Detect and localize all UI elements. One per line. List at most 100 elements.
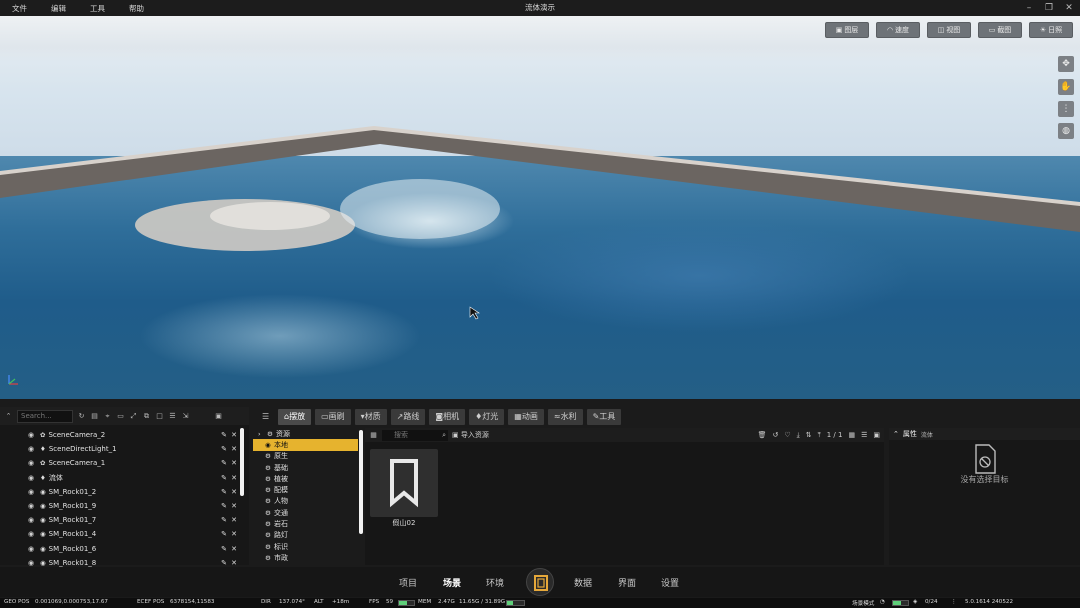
outliner-scrollbar[interactable] — [240, 428, 244, 496]
3d-viewport[interactable]: ▣ 图层 ◠ 速度 ◫ 视图 ▭ 截图 ☀ 日照 ✥ ✋ ⋮ ◍ — [0, 16, 1080, 399]
sort-icon[interactable]: ⇅ — [806, 431, 812, 439]
pencil-icon[interactable]: ✎ — [221, 559, 227, 567]
hand-icon[interactable]: ✋ — [1058, 79, 1074, 95]
filter-icon[interactable]: ▤ — [90, 412, 99, 421]
tree-scrollbar[interactable] — [359, 430, 363, 534]
close-icon[interactable]: ✕ — [231, 502, 237, 510]
tab-animation[interactable]: ▦动画 — [508, 409, 544, 425]
restore-icon[interactable]: ❐ — [1044, 3, 1054, 13]
eye-icon[interactable]: ◉ — [28, 530, 34, 538]
collapse-icon[interactable]: ⌃ — [893, 430, 899, 438]
tab-brush[interactable]: ▭画刷 — [315, 409, 351, 425]
pencil-icon[interactable]: ✎ — [221, 530, 227, 538]
tree-root[interactable]: › ⚙ 资源 — [253, 428, 358, 439]
tree-item[interactable]: ⚙ 路灯 — [253, 530, 358, 541]
more-icon[interactable]: ⋮ — [1058, 101, 1074, 117]
eye-icon[interactable]: ◉ — [28, 459, 34, 467]
select-icon[interactable]: □ — [155, 412, 164, 421]
tree-item[interactable]: ◉ 本地 — [253, 439, 358, 451]
tree-item[interactable]: ⚙ 植被 — [253, 473, 358, 484]
outliner-row[interactable]: ◉ ◉ SM_Rock01_2 ✎ ✕ — [0, 485, 249, 499]
app-logo-button[interactable] — [526, 568, 554, 596]
minimize-icon[interactable]: – — [1024, 3, 1034, 13]
eye-icon[interactable]: ◉ — [28, 559, 34, 567]
close-icon[interactable]: ✕ — [231, 459, 237, 467]
expand-icon[interactable]: ⤢ — [129, 412, 138, 421]
heart-icon[interactable]: ♡ — [784, 431, 790, 439]
import-assets-button[interactable]: ▣ 导入资源 — [452, 430, 489, 440]
tab-hydraulic[interactable]: ≈水利 — [547, 409, 583, 425]
outliner-row[interactable]: ◉ ✿ SceneCamera_1 ✎ ✕ — [0, 456, 249, 470]
pencil-icon[interactable]: ✎ — [221, 502, 227, 510]
eye-icon[interactable]: ◉ — [28, 516, 34, 524]
asset-search-input[interactable]: 搜索 ⌕ — [382, 429, 448, 441]
pencil-icon[interactable]: ✎ — [221, 431, 227, 439]
close-icon[interactable]: ✕ — [231, 474, 237, 482]
close-icon[interactable]: ✕ — [231, 431, 237, 439]
menu-edit[interactable]: 编辑 — [39, 3, 78, 14]
menu-file[interactable]: 文件 — [0, 3, 39, 14]
download-icon[interactable]: ⤓ — [797, 431, 800, 440]
tree-item[interactable]: ⚙ 交通 — [253, 507, 358, 518]
pencil-icon[interactable]: ✎ — [221, 459, 227, 467]
pencil-icon[interactable]: ✎ — [221, 445, 227, 453]
layers-button[interactable]: ▣ 图层 — [825, 22, 869, 38]
menu-tools[interactable]: 工具 — [78, 3, 117, 14]
outliner-row[interactable]: ◉ ♦ 流体 ✎ ✕ — [0, 471, 249, 485]
tab-place[interactable]: ⌂摆放 — [278, 409, 312, 425]
outliner-search-input[interactable]: Search... — [17, 409, 73, 423]
folder-icon[interactable]: ▭ — [116, 412, 125, 421]
outliner-row[interactable]: ◉ ◉ SM_Rock01_6 ✎ ✕ — [0, 542, 249, 556]
menu-help[interactable]: 帮助 — [117, 3, 156, 14]
eye-icon[interactable]: ◉ — [28, 502, 34, 510]
tree-item[interactable]: ⚙ 配模 — [253, 484, 358, 495]
grid-small-icon[interactable]: ▦ — [369, 431, 378, 440]
speed-button[interactable]: ◠ 速度 — [876, 22, 920, 38]
eye-icon[interactable]: ◉ — [28, 545, 34, 553]
nav-project[interactable]: 项目 — [399, 576, 417, 589]
close-icon[interactable]: ✕ — [231, 545, 237, 553]
tree-item[interactable]: ⚙ 岩石 — [253, 518, 358, 529]
pencil-icon[interactable]: ✎ — [221, 474, 227, 482]
sunlight-button[interactable]: ☀ 日照 — [1029, 22, 1073, 38]
screenshot-button[interactable]: ▭ 截图 — [978, 22, 1022, 38]
nav-scene[interactable]: 场景 — [443, 576, 461, 589]
nav-settings[interactable]: 设置 — [661, 576, 679, 589]
tab-light[interactable]: ♦灯光 — [469, 409, 505, 425]
eye-icon[interactable]: ◉ — [28, 474, 34, 482]
upload-icon[interactable]: ⤒ — [818, 431, 821, 440]
collapse-icon[interactable]: ⌃ — [4, 412, 13, 421]
tree-item[interactable]: ⚙ 基础 — [253, 462, 358, 473]
close-icon[interactable]: ✕ — [231, 559, 237, 567]
export-icon[interactable]: ⇲ — [181, 412, 190, 421]
tree-item[interactable]: ⚙ 人物 — [253, 496, 358, 507]
outliner-row[interactable]: ◉ ◉ SM_Rock01_4 ✎ ✕ — [0, 527, 249, 541]
pencil-icon[interactable]: ✎ — [221, 488, 227, 496]
eye-icon[interactable]: ◉ — [28, 488, 34, 496]
tree-item[interactable]: ⚙ 原生 — [253, 451, 358, 462]
view-button[interactable]: ◫ 视图 — [927, 22, 971, 38]
asset-card[interactable] — [370, 449, 438, 517]
nav-interface[interactable]: 界面 — [618, 576, 636, 589]
eye-icon[interactable]: ◉ — [28, 445, 34, 453]
pencil-icon[interactable]: ✎ — [221, 545, 227, 553]
outliner-row[interactable]: ◉ ◉ SM_Rock01_7 ✎ ✕ — [0, 513, 249, 527]
nav-environment[interactable]: 环境 — [486, 576, 504, 589]
close-icon[interactable]: ✕ — [231, 488, 237, 496]
close-icon[interactable]: ✕ — [231, 445, 237, 453]
pencil-icon[interactable]: ✎ — [221, 516, 227, 524]
history-icon[interactable]: ↺ — [773, 431, 779, 439]
outliner-row[interactable]: ◉ ♦ SceneDirectLight_1 ✎ ✕ — [0, 442, 249, 456]
mode-toggle[interactable] — [892, 600, 909, 606]
tab-tools[interactable]: ✎工具 — [586, 409, 622, 425]
panel-icon[interactable]: ▣ — [214, 412, 223, 421]
copy-icon[interactable]: ⧉ — [142, 412, 151, 421]
tab-material[interactable]: ▾材质 — [354, 409, 387, 425]
move-icon[interactable]: ✥ — [1058, 56, 1074, 72]
close-icon[interactable]: ✕ — [1064, 3, 1074, 13]
outliner-row[interactable]: ◉ ✿ SceneCamera_2 ✎ ✕ — [0, 428, 249, 442]
tree-item[interactable]: ⚙ 标识 — [253, 541, 358, 552]
tab-camera[interactable]: ◙相机 — [429, 409, 466, 425]
tabs-menu-icon[interactable]: ☰ — [256, 409, 274, 425]
outliner-row[interactable]: ◉ ◉ SM_Rock01_9 ✎ ✕ — [0, 499, 249, 513]
